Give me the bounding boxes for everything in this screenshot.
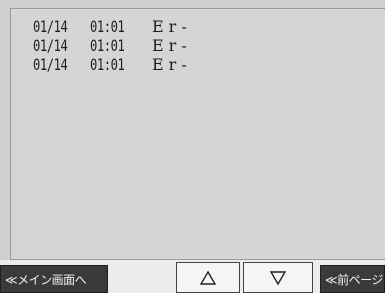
log-code: Er- xyxy=(152,36,192,55)
log-time: 01:01 xyxy=(90,55,125,74)
log-date: 01/14 xyxy=(33,17,68,36)
log-code: Er- xyxy=(152,17,192,36)
screen: 01/14 01:01 Er- 01/14 01:01 Er- 01/14 01… xyxy=(0,0,385,293)
down-triangle-icon xyxy=(269,270,287,286)
previous-page-button[interactable]: ≪前ページ xyxy=(320,265,385,293)
main-menu-button-label: ≪メイン画面へ xyxy=(5,272,87,287)
log-entry: 01/14 01:01 Er- xyxy=(33,55,192,74)
log-entry: 01/14 01:01 Er- xyxy=(33,17,192,36)
previous-page-button-label: ≪前ページ xyxy=(325,272,383,287)
log-code: Er- xyxy=(152,55,192,74)
error-log-list: 01/14 01:01 Er- 01/14 01:01 Er- 01/14 01… xyxy=(33,17,192,74)
log-time: 01:01 xyxy=(90,36,125,55)
log-time: 01:01 xyxy=(90,17,125,36)
main-menu-button[interactable]: ≪メイン画面へ xyxy=(0,265,108,293)
log-date: 01/14 xyxy=(33,36,68,55)
scroll-down-button[interactable] xyxy=(243,262,313,293)
log-entry: 01/14 01:01 Er- xyxy=(33,36,192,55)
log-date: 01/14 xyxy=(33,55,68,74)
error-log-panel: 01/14 01:01 Er- 01/14 01:01 Er- 01/14 01… xyxy=(10,8,385,260)
up-triangle-icon xyxy=(199,270,217,286)
scroll-up-button[interactable] xyxy=(176,262,240,293)
